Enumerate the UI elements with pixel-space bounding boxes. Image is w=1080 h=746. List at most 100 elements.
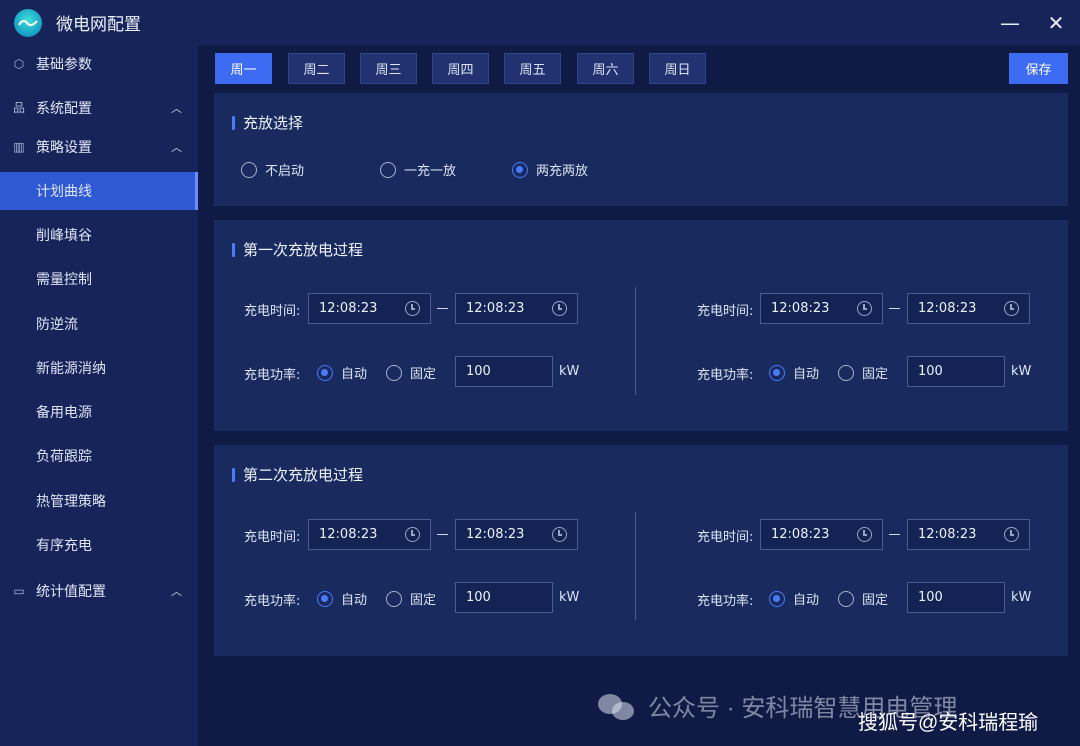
panel-title: 第一次充放电过程 — [232, 239, 363, 260]
end-time-input[interactable]: 12:08:23 — [907, 293, 1030, 324]
panel-title: 第二次充放电过程 — [232, 464, 363, 485]
tab-friday[interactable]: 周五 — [504, 53, 561, 84]
radio-disabled[interactable]: 不启动 — [241, 160, 304, 179]
column-divider — [635, 512, 636, 620]
time-value: 12:08:23 — [771, 301, 830, 316]
power-input[interactable]: 100 — [907, 356, 1005, 387]
radio-auto[interactable]: 自动 — [769, 589, 819, 608]
range-dash — [889, 308, 900, 309]
time-value: 12:08:23 — [466, 301, 525, 316]
save-button[interactable]: 保存 — [1009, 53, 1068, 84]
sidebar-item-label: 热管理策略 — [36, 494, 106, 510]
tab-tuesday[interactable]: 周二 — [288, 53, 345, 84]
time-value: 12:08:23 — [466, 527, 525, 542]
charge-power-label: 充电功率: — [244, 368, 301, 383]
clock-icon — [1004, 527, 1019, 542]
chevron-up-icon: ︿ — [171, 141, 182, 154]
main-content: 周一 周二 周三 周四 周五 周六 周日 保存 充放选择 不启动 一充一放 两充… — [198, 45, 1080, 746]
radio-auto[interactable]: 自动 — [769, 363, 819, 382]
sidebar-item-label: 需量控制 — [36, 272, 92, 288]
start-time-input[interactable]: 12:08:23 — [308, 293, 431, 324]
time-value: 12:08:23 — [319, 301, 378, 316]
sidebar-group-system-config[interactable]: 品 系统配置 ︿ — [0, 90, 198, 126]
tab-saturday[interactable]: 周六 — [577, 53, 634, 84]
radio-fixed[interactable]: 固定 — [838, 589, 888, 608]
sidebar-item-thermal[interactable]: 热管理策略 — [0, 482, 198, 520]
charge-power-label: 充电功率: — [697, 594, 754, 609]
power-input[interactable]: 100 — [455, 582, 553, 613]
sidebar-item-label: 防逆流 — [36, 317, 78, 333]
power-value: 100 — [466, 590, 491, 605]
charge-power-label: 充电功率: — [697, 368, 754, 383]
radio-selected-icon — [769, 590, 785, 607]
radio-selected-icon — [317, 364, 333, 381]
power-value: 100 — [918, 590, 943, 605]
sidebar-item-peak-shaving[interactable]: 削峰填谷 — [0, 216, 198, 254]
radio-circle-icon — [380, 161, 396, 178]
radio-circle-icon — [386, 590, 402, 607]
chart-icon: ▥ — [13, 140, 25, 154]
sidebar-group-statistics[interactable]: ▭ 统计值配置 ︿ — [0, 573, 198, 609]
range-dash — [437, 534, 448, 535]
tab-thursday[interactable]: 周四 — [432, 53, 489, 84]
charge-time-label: 充电时间: — [697, 304, 754, 319]
charge-time-label: 充电时间: — [697, 530, 754, 545]
radio-circle-icon — [838, 364, 854, 381]
start-time-input[interactable]: 12:08:23 — [760, 293, 883, 324]
tab-wednesday[interactable]: 周三 — [360, 53, 417, 84]
time-value: 12:08:23 — [319, 527, 378, 542]
sidebar-group-strategy[interactable]: ▥ 策略设置 ︿ — [0, 129, 198, 165]
sidebar-item-renewable[interactable]: 新能源消纳 — [0, 349, 198, 387]
end-time-input[interactable]: 12:08:23 — [455, 519, 578, 550]
first-process-panel: 第一次充放电过程 充电时间: 12:08:23 12:08:23 充电功率: 自… — [214, 220, 1068, 431]
power-input[interactable]: 100 — [907, 582, 1005, 613]
sidebar-item-ordered-charging[interactable]: 有序充电 — [0, 526, 198, 564]
sidebar-item-plan-curve[interactable]: 计划曲线 — [0, 172, 198, 210]
radio-label: 固定 — [410, 593, 437, 608]
radio-auto[interactable]: 自动 — [317, 589, 367, 608]
radio-label: 两充两放 — [536, 164, 589, 179]
radio-circle-icon — [386, 364, 402, 381]
radio-one-charge[interactable]: 一充一放 — [380, 160, 456, 179]
start-time-input[interactable]: 12:08:23 — [760, 519, 883, 550]
radio-fixed[interactable]: 固定 — [386, 589, 436, 608]
sidebar-item-label: 负荷跟踪 — [36, 449, 92, 465]
tab-monday[interactable]: 周一 — [215, 53, 272, 84]
radio-auto[interactable]: 自动 — [317, 363, 367, 382]
power-input[interactable]: 100 — [455, 356, 553, 387]
cube-icon: ⬡ — [13, 57, 25, 71]
app-logo-icon — [14, 8, 42, 37]
tab-sunday[interactable]: 周日 — [649, 53, 706, 84]
end-time-input[interactable]: 12:08:23 — [455, 293, 578, 324]
radio-two-charge[interactable]: 两充两放 — [512, 160, 588, 179]
sidebar-item-label: 削峰填谷 — [36, 228, 92, 244]
monitor-icon: ▭ — [13, 584, 25, 598]
sidebar-item-demand-control[interactable]: 需量控制 — [0, 260, 198, 298]
sidebar-item-label: 计划曲线 — [36, 184, 92, 200]
clock-icon — [405, 301, 420, 316]
sidebar-item-backup-power[interactable]: 备用电源 — [0, 393, 198, 431]
time-value: 12:08:23 — [771, 527, 830, 542]
column-divider — [635, 287, 636, 395]
sidebar-item-anti-backflow[interactable]: 防逆流 — [0, 305, 198, 343]
sidebar-group-basic-params[interactable]: ⬡ 基础参数 — [0, 46, 198, 82]
radio-fixed[interactable]: 固定 — [386, 363, 436, 382]
charge-select-panel: 充放选择 不启动 一充一放 两充两放 — [214, 93, 1068, 206]
close-button[interactable]: ✕ — [1042, 9, 1070, 37]
radio-fixed[interactable]: 固定 — [838, 363, 888, 382]
radio-label: 固定 — [862, 367, 889, 382]
radio-label: 一充一放 — [404, 164, 457, 179]
clock-icon — [552, 527, 567, 542]
minimize-button[interactable]: — — [996, 9, 1024, 37]
radio-circle-icon — [241, 161, 257, 178]
clock-icon — [857, 527, 872, 542]
sidebar-item-load-tracking[interactable]: 负荷跟踪 — [0, 437, 198, 475]
radio-selected-icon — [512, 161, 528, 178]
clock-icon — [857, 301, 872, 316]
end-time-input[interactable]: 12:08:23 — [907, 519, 1030, 550]
radio-selected-icon — [769, 364, 785, 381]
sidebar: ⬡ 基础参数 品 系统配置 ︿ ▥ 策略设置 ︿ 计划曲线 削峰填谷 需量控制 … — [0, 45, 198, 746]
unit-label: kW — [1011, 364, 1032, 379]
power-value: 100 — [918, 364, 943, 379]
start-time-input[interactable]: 12:08:23 — [308, 519, 431, 550]
